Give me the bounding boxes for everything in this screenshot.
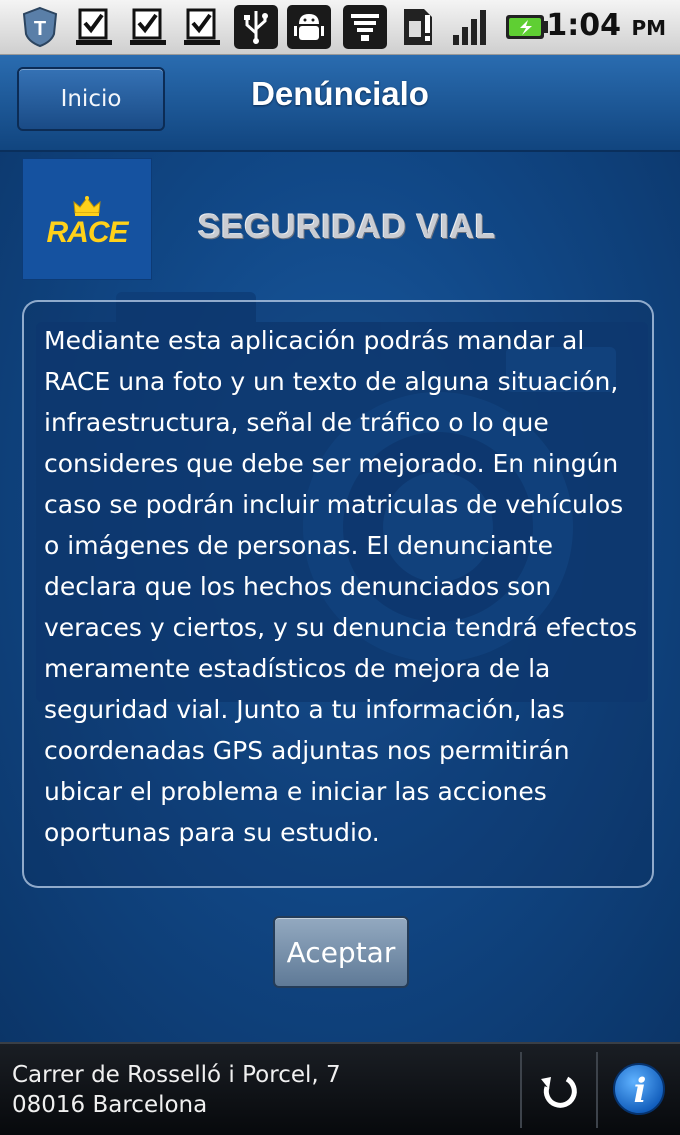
info-button[interactable]: i (606, 1056, 672, 1122)
info-icon: i (613, 1063, 665, 1115)
description-text: Mediante esta aplicación podrás mandar a… (44, 326, 638, 847)
signal-icon (449, 5, 493, 49)
address: Carrer de Rosselló i Porcel, 7 08016 Bar… (12, 1060, 341, 1120)
wifi-icon (343, 5, 387, 49)
refresh-icon (541, 1076, 577, 1108)
battery-charging-icon (503, 5, 551, 49)
app-header: Inicio Denúncialo (0, 55, 680, 152)
section-title: SEGURIDAD VIAL (198, 208, 496, 246)
address-street: Carrer de Rosselló i Porcel, 7 (12, 1062, 341, 1088)
divider (596, 1052, 598, 1128)
sim-alert-icon (396, 5, 440, 49)
main-content: RACE SEGURIDAD VIAL Mediante esta aplica… (0, 152, 680, 1042)
race-logo-text: RACE (46, 216, 128, 249)
clock: 1:04 PM (546, 8, 666, 43)
race-logo: RACE (22, 158, 152, 280)
accept-button[interactable]: Aceptar (273, 916, 409, 988)
location-footer: Carrer de Rosselló i Porcel, 7 08016 Bar… (0, 1042, 680, 1135)
clock-time: 1:04 (546, 8, 621, 43)
address-city: 08016 Barcelona (12, 1092, 208, 1118)
clock-ampm: PM (631, 16, 666, 40)
android-debug-icon (287, 5, 331, 49)
status-bar: T 1:04 PM (0, 0, 680, 55)
home-button[interactable]: Inicio (17, 67, 165, 131)
checklist-icon (126, 5, 170, 49)
checklist-icon (180, 5, 224, 49)
checklist-icon (72, 5, 116, 49)
refresh-button[interactable] (528, 1058, 590, 1120)
description-panel: Mediante esta aplicación podrás mandar a… (22, 300, 654, 888)
svg-text:i: i (634, 1071, 647, 1111)
divider (520, 1052, 522, 1128)
svg-text:T: T (34, 18, 46, 40)
shield-app-icon: T (18, 5, 62, 49)
crown-icon (73, 196, 101, 216)
usb-icon (234, 5, 278, 49)
page-title: Denúncialo (251, 75, 429, 112)
